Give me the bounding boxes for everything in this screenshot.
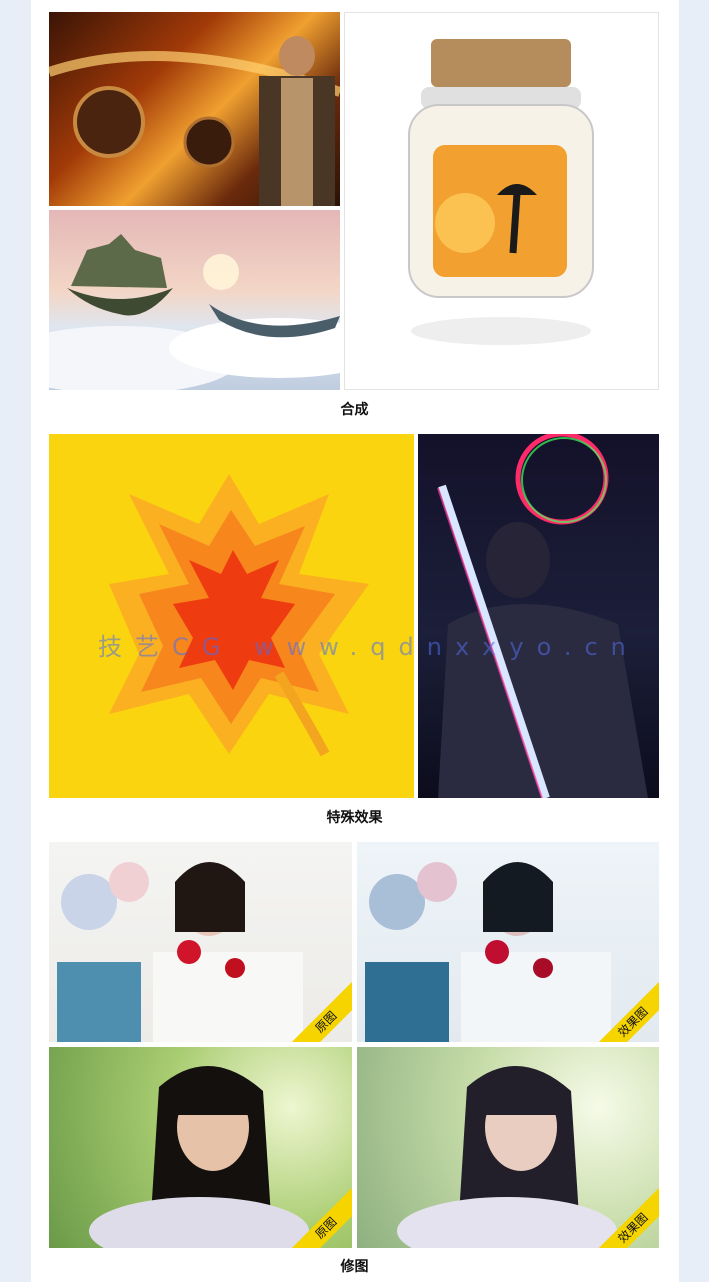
flowers-retouched-illustration — [365, 862, 611, 1042]
composite-caption: 合成 — [340, 402, 369, 418]
flowers-retouched-image: 效果图 — [357, 842, 659, 1042]
greenery-retouched-illustration — [397, 1065, 617, 1248]
flowers-original-image: 原图 — [49, 842, 352, 1042]
neon-man-image — [418, 434, 659, 798]
flowers-original-illustration — [57, 862, 303, 1042]
projector-man-image — [49, 12, 340, 206]
maple-leaf-illustration — [109, 474, 369, 757]
floating-island-illustration — [49, 234, 340, 390]
projector-man-illustration — [49, 36, 340, 206]
greenery-original-illustration — [89, 1065, 309, 1248]
watermark-text: 技艺CG www.qdnxxyo.cn — [98, 633, 639, 661]
greenery-original-image: 原图 — [49, 1047, 352, 1248]
bottle-illustration — [408, 39, 594, 345]
bottle-image — [344, 12, 659, 390]
effects-caption: 特殊效果 — [326, 810, 383, 826]
greenery-retouched-image: 效果图 — [357, 1047, 659, 1248]
neon-man-illustration — [437, 434, 648, 798]
maple-leaf-image — [49, 434, 414, 798]
retouch-caption: 修图 — [340, 1259, 369, 1275]
floating-island-image — [49, 210, 340, 390]
